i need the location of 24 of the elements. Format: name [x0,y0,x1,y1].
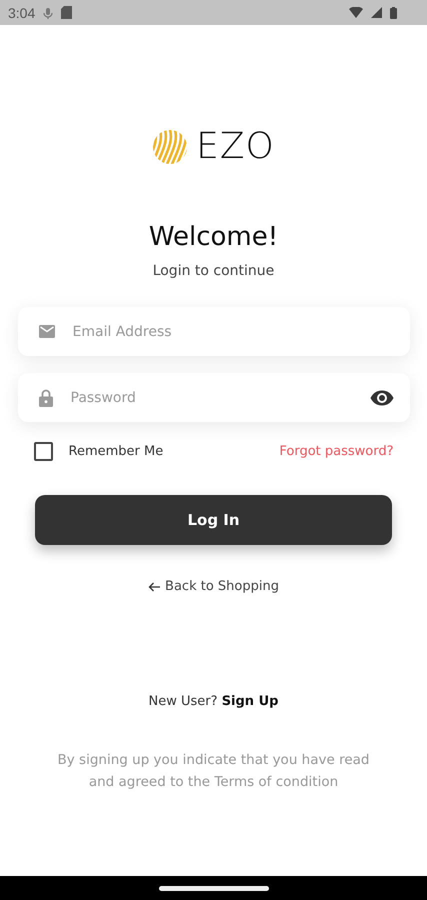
subtitle: Login to continue [152,263,274,279]
remember-checkbox[interactable] [34,442,52,461]
welcome-title: Welcome! [148,221,278,253]
microphone-icon [43,6,54,18]
home-handle[interactable] [158,886,268,890]
terms-text: By signing up you indicate that you have read and agreed to the Terms of condition [56,751,370,792]
new-user-prompt: New User? [148,694,218,709]
logo-icon [152,129,188,165]
sim-card-icon [61,6,72,19]
login-button[interactable]: Log In [35,495,392,545]
password-field[interactable]: Password [68,388,354,406]
email-field[interactable]: Email Address [70,322,394,340]
back-to-shopping-link[interactable]: Back to Shopping [148,579,279,594]
battery-icon [390,6,397,18]
show-password-icon[interactable] [370,390,394,406]
wifi-icon [349,7,363,18]
sign-up-link[interactable]: Sign Up [222,694,278,709]
back-arrow-icon [148,582,160,592]
lock-icon [38,388,52,406]
signal-icon [371,7,382,18]
mail-icon [38,325,54,338]
remember-label: Remember Me [68,444,164,459]
logo-text: EZO [196,129,275,165]
status-time: 3:04 [8,4,36,20]
